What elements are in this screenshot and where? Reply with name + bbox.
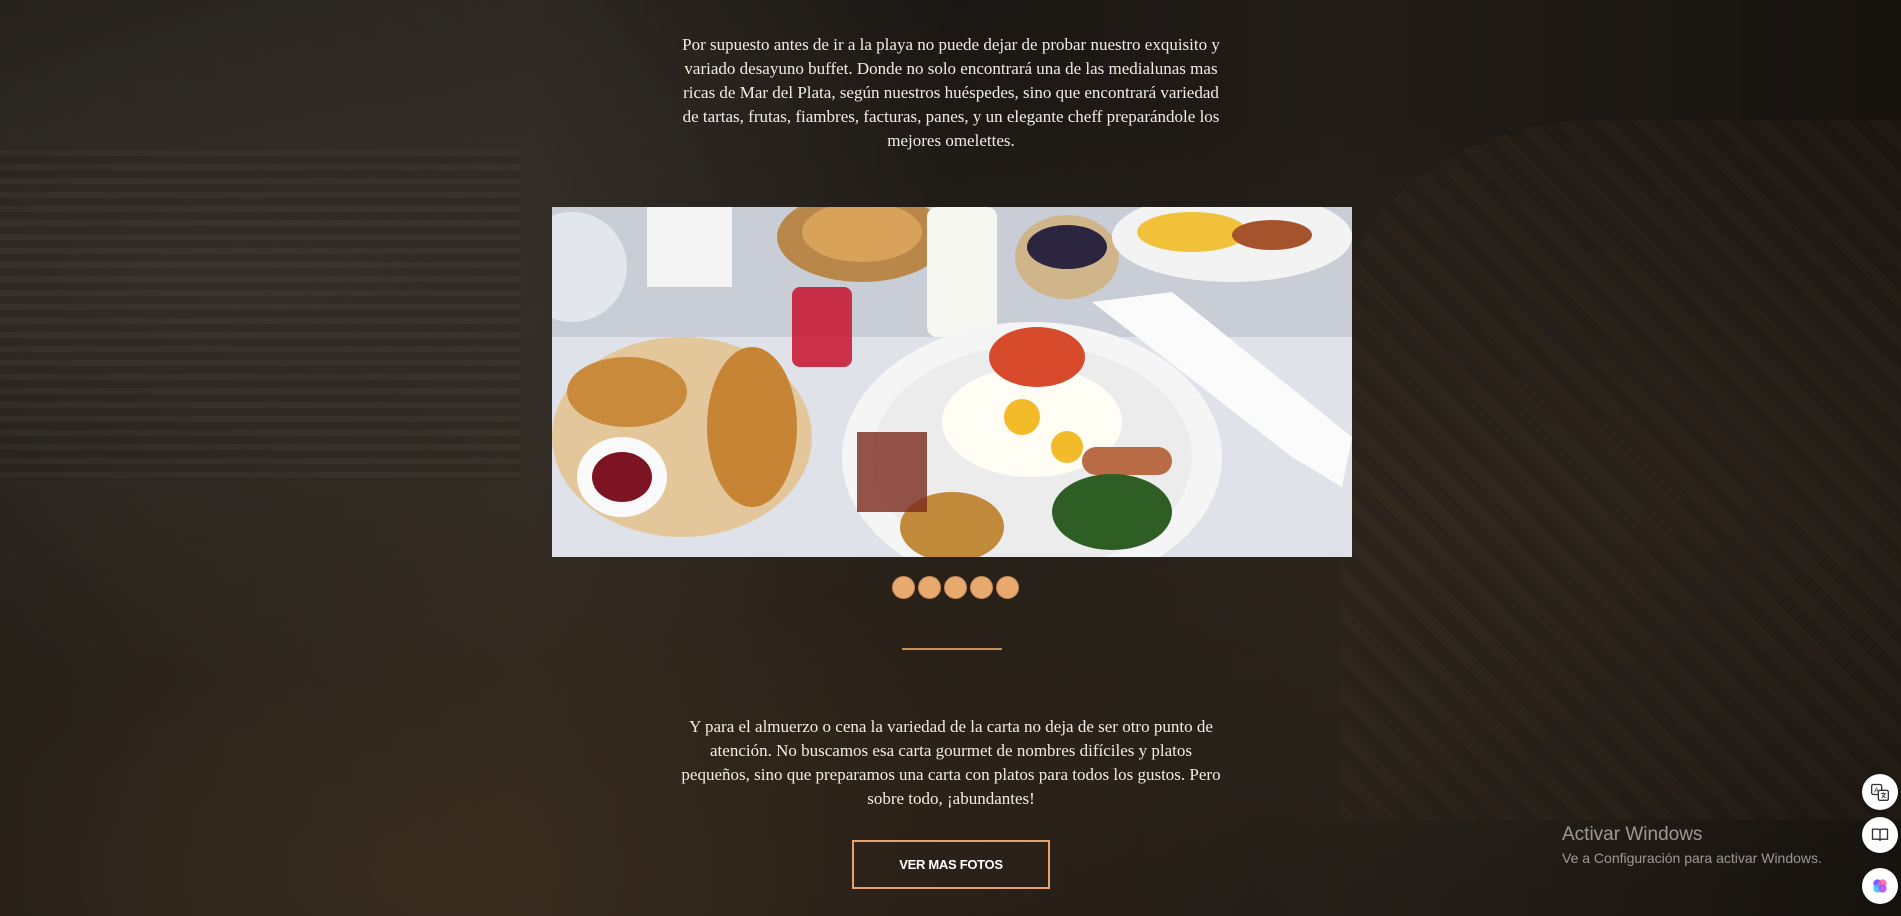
reader-button[interactable] [1862, 817, 1898, 853]
breakfast-photo [552, 207, 1352, 557]
translate-button[interactable]: A [1862, 774, 1898, 810]
slider-dot-1[interactable] [892, 576, 915, 599]
slider-dot-3[interactable] [944, 576, 967, 599]
slider-dot-5[interactable] [996, 576, 1019, 599]
lunch-paragraph: Y para el almuerzo o cena la variedad de… [681, 717, 1221, 808]
watermark-subtitle: Ve a Configuración para activar Windows. [1562, 850, 1822, 866]
slider-dot-2[interactable] [918, 576, 941, 599]
see-more-photos-button[interactable]: VER MAS FOTOS [852, 840, 1050, 889]
ai-assistant-button[interactable] [1862, 868, 1898, 904]
windows-activation-watermark: Activar Windows Ve a Configuración para … [1562, 824, 1822, 866]
slider-dots [892, 576, 1019, 599]
reader-icon [1871, 828, 1889, 841]
breakfast-paragraph: Por supuesto antes de ir a la playa no p… [682, 35, 1220, 150]
translate-icon: A [1871, 783, 1889, 801]
ai-assistant-icon [1873, 879, 1887, 893]
page-content: Por supuesto antes de ir a la playa no p… [0, 0, 1901, 916]
photo-slider[interactable] [552, 207, 1352, 557]
watermark-title: Activar Windows [1562, 824, 1703, 845]
section-divider [902, 648, 1002, 650]
slider-dot-4[interactable] [970, 576, 993, 599]
